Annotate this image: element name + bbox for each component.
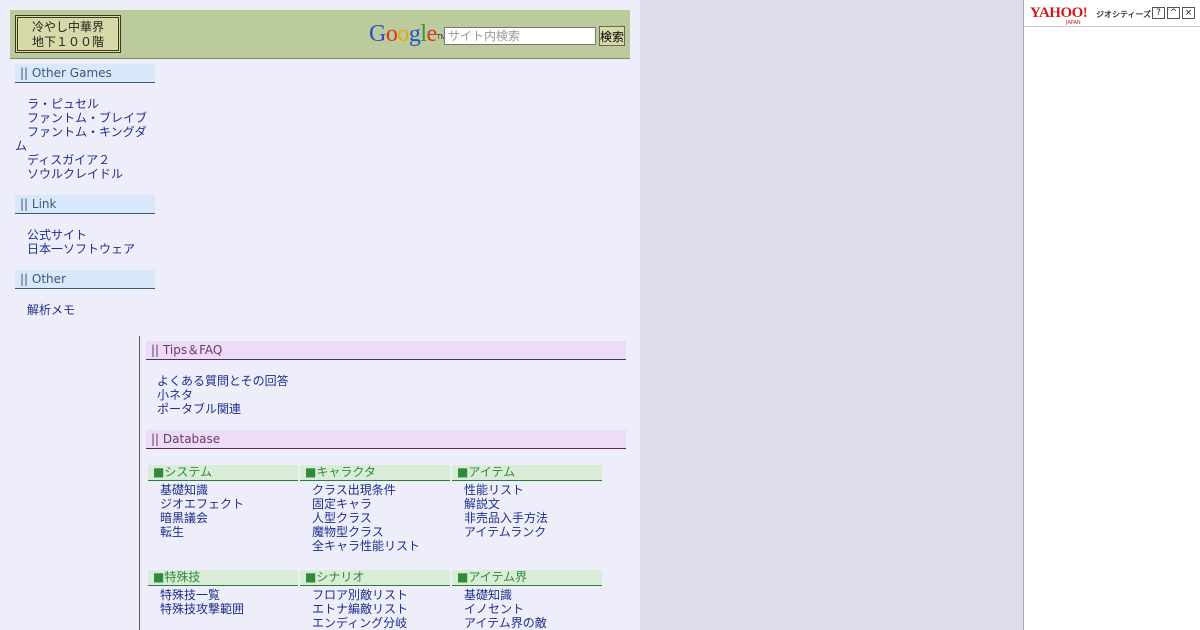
sidebar-list-other: 解析メモ [15, 303, 155, 317]
site-logo-line1: 冷やし中華界 [31, 20, 104, 34]
yahoo-logo[interactable]: YAHOO! [1030, 5, 1088, 21]
db-link[interactable]: 解説文 [464, 497, 602, 511]
site-logo[interactable]: 冷やし中華界 地下１００階 [15, 15, 121, 53]
geocities-label[interactable]: ジオシティーズ [1096, 9, 1151, 20]
google-letter: o [385, 21, 398, 47]
db-link[interactable]: 魔物型クラス [312, 525, 450, 539]
google-letter: g [408, 21, 421, 47]
page-body: 冷やし中華界 地下１００階 GoogleTM 検索 || Other Games… [0, 0, 640, 630]
sidebar-item-phantom-brave[interactable]: ファントム・ブレイブ [15, 111, 155, 125]
sidebar-list-link: 公式サイト 日本一ソフトウェア [15, 228, 155, 256]
db-section-title: ■キャラクタ [300, 465, 450, 481]
db-link[interactable]: 非売品入手方法 [464, 511, 602, 525]
db-link[interactable]: 基礎知識 [464, 588, 602, 602]
db-section-title: ■システム [148, 465, 298, 481]
db-link[interactable]: 特殊技攻撃範囲 [160, 602, 298, 616]
help-icon[interactable]: ? [1152, 7, 1165, 19]
section-heading-tips: || Tips＆FAQ [146, 341, 626, 360]
site-search-input[interactable] [444, 27, 596, 45]
db-link[interactable]: 特殊技一覧 [160, 588, 298, 602]
db-link[interactable]: 基礎知識 [160, 483, 298, 497]
db-link[interactable]: アイテム界の敵 [464, 616, 602, 630]
db-link[interactable]: エンディング分岐 [312, 616, 450, 630]
db-section-item-world: ■アイテム界 基礎知識 イノセント アイテム界の敵 [452, 570, 602, 630]
sidebar-heading-other: || Other [15, 270, 155, 289]
db-link[interactable]: 転生 [160, 525, 298, 539]
db-link[interactable]: 性能リスト [464, 483, 602, 497]
yahoo-japan-label: JAPAN [1066, 20, 1081, 26]
main-content: || Tips＆FAQ よくある質問とその回答 小ネタ ポータブル関連 || D… [139, 336, 640, 630]
sidebar-item-analysis-memo[interactable]: 解析メモ [15, 303, 155, 317]
yahoo-toolbar: YAHOO! JAPAN ジオシティーズ ? ^ × [1024, 0, 1200, 27]
site-logo-line2: 地下１００階 [31, 35, 104, 49]
db-link[interactable]: 暗黒議会 [160, 511, 298, 525]
google-logo: GoogleTM [369, 20, 446, 48]
site-header: 冷やし中華界 地下１００階 GoogleTM 検索 [10, 10, 630, 59]
sidebar-item-nippon-ichi[interactable]: 日本一ソフトウェア [15, 242, 155, 256]
db-section-system: ■システム 基礎知識 ジオエフェクト 暗黒議会 転生 [148, 465, 298, 539]
db-link[interactable]: 人型クラス [312, 511, 450, 525]
db-link[interactable]: クラス出現条件 [312, 483, 450, 497]
db-link[interactable]: フロア別敵リスト [312, 588, 450, 602]
db-link[interactable]: 全キャラ性能リスト [312, 539, 450, 553]
db-link[interactable]: アイテムランク [464, 525, 602, 539]
db-section-title: ■特殊技 [148, 570, 298, 586]
db-section-title: ■シナリオ [300, 570, 450, 586]
google-letter: G [369, 21, 386, 47]
db-section-title: ■アイテム [452, 465, 602, 481]
close-icon[interactable]: × [1182, 7, 1195, 19]
tips-list: よくある質問とその回答 小ネタ ポータブル関連 [157, 374, 457, 416]
search-button[interactable]: 検索 [599, 26, 625, 46]
db-section-title: ■アイテム界 [452, 570, 602, 586]
sidebar-list-other-games: ラ・ピュセル ファントム・ブレイブ ファントム・キングダム ディスガイア２ ソウ… [15, 97, 155, 181]
sidebar-heading-other-games: || Other Games [15, 64, 155, 83]
sidebar-item-la-pucelle[interactable]: ラ・ピュセル [15, 97, 155, 111]
db-section-item: ■アイテム 性能リスト 解説文 非売品入手方法 アイテムランク [452, 465, 602, 539]
sidebar-item-official-site[interactable]: 公式サイト [15, 228, 155, 242]
db-section-special-skills: ■特殊技 特殊技一覧 特殊技攻撃範囲 [148, 570, 298, 616]
tips-item-faq[interactable]: よくある質問とその回答 [157, 374, 457, 388]
db-section-character: ■キャラクタ クラス出現条件 固定キャラ 人型クラス 魔物型クラス 全キャラ性能… [300, 465, 450, 553]
sidebar-item-disgaea2[interactable]: ディスガイア２ [15, 153, 155, 167]
db-section-scenario: ■シナリオ フロア別敵リスト エトナ編敵リスト エンディング分岐 [300, 570, 450, 630]
collapse-icon[interactable]: ^ [1167, 7, 1180, 19]
sidebar-item-phantom-kingdom[interactable]: ファントム・キングダム [15, 125, 155, 153]
google-letter: o [397, 21, 409, 47]
tips-item-trivia[interactable]: 小ネタ [157, 388, 457, 402]
db-link[interactable]: イノセント [464, 602, 602, 616]
sidebar-heading-link: || Link [15, 195, 155, 214]
db-link[interactable]: エトナ編敵リスト [312, 602, 450, 616]
tips-item-portable[interactable]: ポータブル関連 [157, 402, 457, 416]
google-letter: e [426, 21, 438, 47]
sidebar-item-soul-cradle[interactable]: ソウルクレイドル [15, 167, 155, 181]
db-link[interactable]: 固定キャラ [312, 497, 450, 511]
db-link[interactable]: ジオエフェクト [160, 497, 298, 511]
yahoo-geocities-panel: YAHOO! JAPAN ジオシティーズ ? ^ × [1023, 0, 1200, 630]
section-heading-database: || Database [146, 430, 626, 449]
